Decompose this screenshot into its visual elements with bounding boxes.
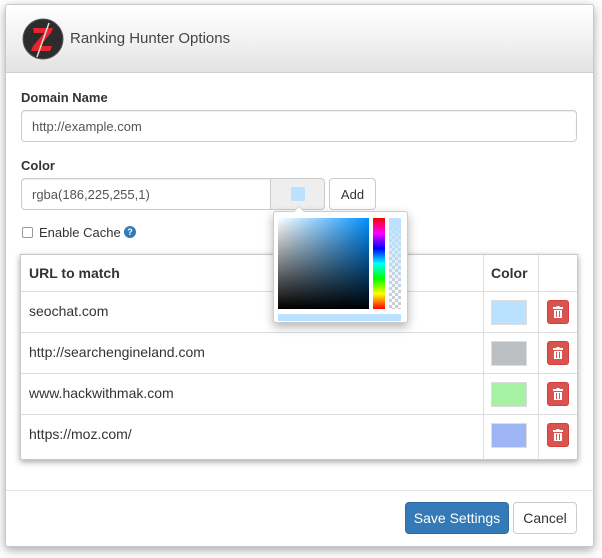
enable-cache-label: Enable Cache	[39, 225, 121, 240]
color-swatch[interactable]	[491, 341, 527, 366]
color-swatch[interactable]	[491, 300, 527, 325]
color-swatch[interactable]	[491, 382, 527, 407]
saturation-area[interactable]	[278, 218, 369, 309]
domain-name-input[interactable]	[21, 110, 577, 142]
delete-button[interactable]	[547, 423, 569, 447]
trash-icon	[553, 347, 563, 359]
url-column-header: URL to match	[29, 265, 120, 281]
enable-cache-checkbox[interactable]	[22, 227, 33, 238]
trash-icon	[553, 306, 563, 318]
color-swatch[interactable]	[491, 423, 527, 448]
trash-icon	[553, 429, 563, 441]
color-label: Color	[21, 158, 55, 173]
hue-slider[interactable]	[373, 218, 385, 309]
table-row: www.hackwithmak.com	[21, 374, 577, 415]
dialog-header: Ranking Hunter Options	[6, 5, 593, 73]
color-swatch-preview	[291, 187, 305, 201]
color-column-header: Color	[491, 265, 528, 281]
footer-divider	[6, 490, 593, 491]
url-cell: http://searchengineland.com	[29, 344, 205, 360]
save-settings-button[interactable]: Save Settings	[405, 502, 509, 534]
color-input[interactable]	[21, 178, 271, 210]
url-cell: https://moz.com/	[29, 426, 132, 442]
table-row: http://searchengineland.com	[21, 333, 577, 374]
cancel-button[interactable]: Cancel	[513, 502, 577, 534]
trash-icon	[553, 388, 563, 400]
dialog-title: Ranking Hunter Options	[70, 30, 231, 47]
url-cell: seochat.com	[29, 303, 109, 319]
table-row: https://moz.com/	[21, 415, 577, 456]
add-button[interactable]: Add	[329, 178, 376, 210]
domain-name-label: Domain Name	[21, 90, 108, 105]
delete-button[interactable]	[547, 382, 569, 406]
delete-button[interactable]	[547, 341, 569, 365]
z-logo-icon	[22, 18, 64, 60]
delete-button[interactable]	[547, 300, 569, 324]
color-picker-popover	[273, 206, 408, 323]
alpha-slider[interactable]	[389, 218, 401, 309]
help-icon[interactable]: ?	[124, 226, 136, 238]
options-dialog: Ranking Hunter Options Domain Name Color…	[5, 4, 594, 547]
color-preview-bar	[278, 314, 401, 321]
url-cell: www.hackwithmak.com	[29, 385, 174, 401]
popover-caret	[294, 207, 304, 212]
